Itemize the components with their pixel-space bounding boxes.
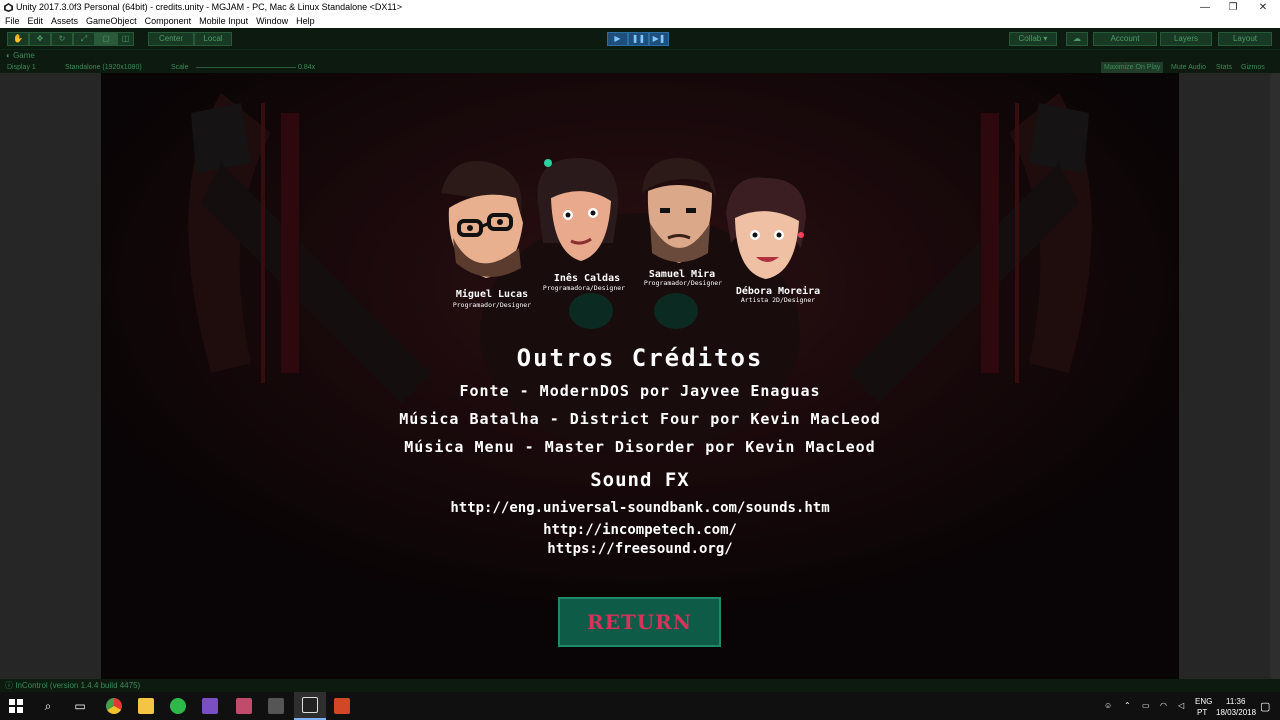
menu-component[interactable]: Component <box>141 15 196 28</box>
collab-dropdown[interactable]: Collab ▾ <box>1009 32 1057 46</box>
tray-chevron-icon[interactable]: ⌃ <box>1124 701 1131 710</box>
maximize-on-play-toggle[interactable]: Maximize On Play <box>1101 62 1164 73</box>
pivot-local-button[interactable]: Local <box>194 32 232 46</box>
people-icon[interactable]: ☺ <box>1104 701 1112 710</box>
transform-tool-icon[interactable]: ◫ <box>117 32 134 46</box>
game-tab[interactable]: Game <box>13 51 35 60</box>
menu-gameobject[interactable]: GameObject <box>82 15 141 28</box>
editor-toolbar: ✋ ✥ ↻ ⤢ ▢ ◫ Center Local ▶ ❚❚ ▶❚ Collab … <box>0 28 1280 50</box>
network-icon[interactable]: ◠ <box>1160 701 1167 710</box>
unity-taskbar-icon[interactable] <box>294 692 326 720</box>
chrome-icon[interactable] <box>98 692 130 720</box>
menu-edit[interactable]: Edit <box>24 15 48 28</box>
menu-mobile-input[interactable]: Mobile Input <box>195 15 252 28</box>
dev-role-ines: Programadora/Designer <box>542 284 626 292</box>
menu-window[interactable]: Window <box>252 15 292 28</box>
link-freesound: https://freesound.org/ <box>547 541 733 557</box>
battery-icon[interactable]: ▭ <box>1142 701 1150 710</box>
menu-assets[interactable]: Assets <box>47 15 82 28</box>
keyboard-layout[interactable]: PT <box>1197 708 1207 717</box>
scale-label: Scale <box>171 64 189 71</box>
file-explorer-icon[interactable] <box>130 692 162 720</box>
close-button[interactable]: ✕ <box>1246 0 1280 15</box>
clock-date[interactable]: 18/03/2018 <box>1216 708 1256 717</box>
task-view-icon[interactable]: ▭ <box>64 692 96 720</box>
account-dropdown[interactable]: Account <box>1093 32 1157 46</box>
game-view-controls: Display 1 Standalone (1920x1080) Scale 0… <box>0 62 1280 73</box>
windows-taskbar: ⌕ ▭ ☺ ⌃ ▭ ◠ ◁ ENG PT 11:36 18/03/2018 ▢ <box>0 692 1280 720</box>
language-indicator[interactable]: ENG <box>1195 697 1212 706</box>
return-button[interactable]: RETURN <box>558 597 721 647</box>
play-button[interactable]: ▶ <box>607 32 628 46</box>
visual-studio-icon[interactable] <box>194 692 226 720</box>
rotate-tool-icon[interactable]: ↻ <box>51 32 73 46</box>
credit-line-menu-music: Música Menu - Master Disorder por Kevin … <box>404 438 876 456</box>
credit-line-battle-music: Música Batalha - District Four por Kevin… <box>399 410 881 428</box>
volume-icon[interactable]: ◁ <box>1178 701 1184 710</box>
green-app-icon[interactable] <box>162 692 194 720</box>
link-universal-soundbank: http://eng.universal-soundbank.com/sound… <box>450 500 830 516</box>
sound-fx-heading: Sound FX <box>590 469 690 491</box>
clock-time[interactable]: 11:36 <box>1226 697 1245 706</box>
window-title: Unity 2017.3.0f3 Personal (64bit) - cred… <box>16 2 403 12</box>
resolution-dropdown[interactable]: Standalone (1920x1080) <box>65 62 142 73</box>
dev-role-miguel: Programador/Designer <box>452 301 532 309</box>
status-message[interactable]: InControl (version 1.4.4 build 4475) <box>15 681 140 690</box>
notifications-icon[interactable]: ▢ <box>1260 700 1270 713</box>
search-icon[interactable]: ⌕ <box>32 692 64 720</box>
system-tray: ☺ ⌃ ▭ ◠ ◁ ENG PT 11:36 18/03/2018 ▢ <box>1080 692 1280 720</box>
dev-role-debora: Artista 2D/Designer <box>740 296 816 304</box>
samuel-portrait <box>642 158 716 263</box>
menu-file[interactable]: File <box>0 15 24 28</box>
link-incompetech: http://incompetech.com/ <box>543 522 737 538</box>
scale-tool-icon[interactable]: ⤢ <box>73 32 95 46</box>
stats-toggle[interactable]: Stats <box>1216 62 1232 73</box>
game-screen: Miguel Lucas Programador/Designer Inês C… <box>101 73 1179 679</box>
game-tab-bar: ◐ Game <box>0 50 1280 62</box>
window-titlebar: Unity 2017.3.0f3 Personal (64bit) - cred… <box>0 0 1280 15</box>
calculator-icon[interactable] <box>260 692 292 720</box>
unity-app-icon <box>4 3 13 12</box>
credit-line-font: Fonte - ModernDOS por Jayvee Enaguas <box>459 382 821 400</box>
dev-name-ines: Inês Caldas <box>553 273 621 284</box>
layout-dropdown[interactable]: Layout <box>1218 32 1272 46</box>
scale-value: 0.84x <box>298 64 316 71</box>
game-tab-icon: ◐ <box>6 51 11 60</box>
snipping-tool-icon[interactable] <box>228 692 260 720</box>
other-credits-heading: Outros Créditos <box>516 344 764 372</box>
powerpoint-icon[interactable] <box>326 692 358 720</box>
rect-tool-icon[interactable]: ▢ <box>95 32 117 46</box>
maximize-button[interactable]: ❐ <box>1216 0 1250 15</box>
windows-start-icon[interactable] <box>0 692 32 720</box>
hand-tool-icon[interactable]: ✋ <box>7 32 29 46</box>
dev-role-samuel: Programador/Designer <box>643 279 723 287</box>
miguel-portrait <box>441 161 523 278</box>
ines-portrait <box>537 158 619 261</box>
move-tool-icon[interactable]: ✥ <box>29 32 51 46</box>
status-bar: ⓘ InControl (version 1.4.4 build 4475) <box>0 679 1280 692</box>
scale-slider[interactable] <box>196 67 296 68</box>
step-button[interactable]: ▶❚ <box>649 32 669 46</box>
layers-dropdown[interactable]: Layers <box>1160 32 1212 46</box>
viewport-scrollbar[interactable] <box>1270 73 1280 679</box>
cloud-icon[interactable]: ☁ <box>1066 32 1088 46</box>
dev-name-miguel: Miguel Lucas <box>455 289 529 300</box>
mute-audio-toggle[interactable]: Mute Audio <box>1171 62 1206 73</box>
menu-help[interactable]: Help <box>292 15 319 28</box>
gizmos-dropdown[interactable]: Gizmos <box>1241 62 1265 73</box>
pivot-center-button[interactable]: Center <box>148 32 194 46</box>
menu-bar: File Edit Assets GameObject Component Mobile … <box>0 15 1280 28</box>
pause-button[interactable]: ❚❚ <box>628 32 649 46</box>
status-info-icon: ⓘ <box>5 681 16 690</box>
display-dropdown[interactable]: Display 1 <box>7 62 36 73</box>
debora-portrait <box>726 177 806 279</box>
